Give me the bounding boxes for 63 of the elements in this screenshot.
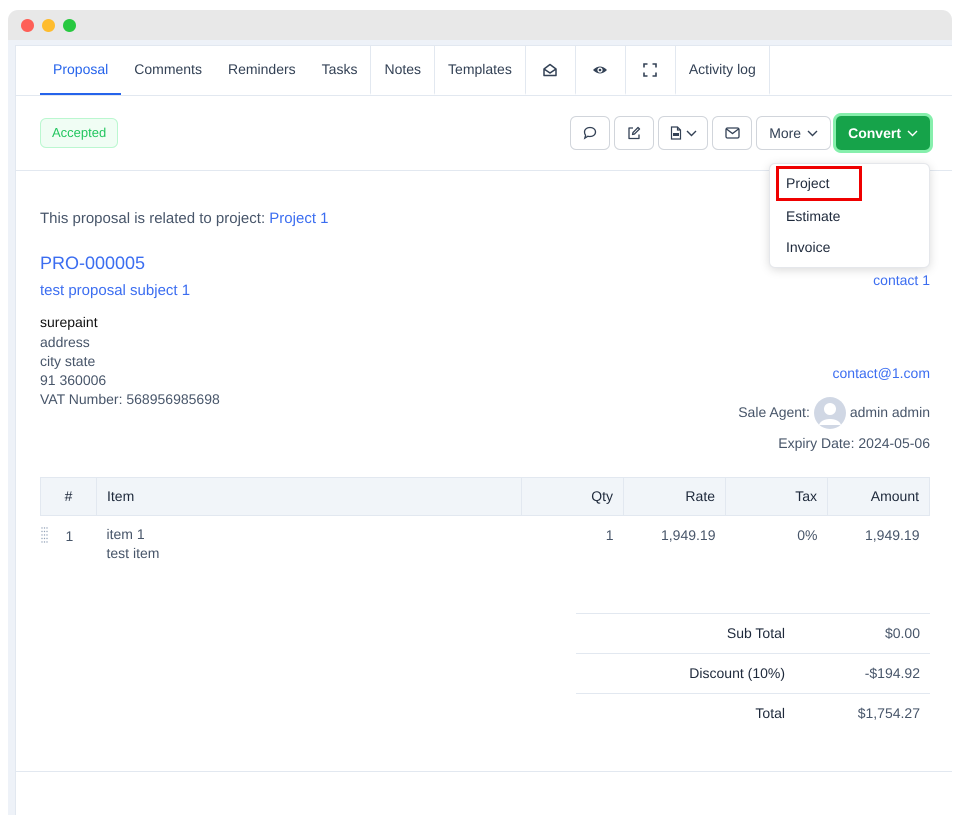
tab[interactable]: Notes [370,46,436,95]
comment-button[interactable] [570,116,610,150]
sale-agent-label: Sale Agent: [738,403,810,422]
tab[interactable]: Comments [121,46,215,95]
expand-icon [642,62,658,78]
avatar-icon [814,396,846,428]
address-line: address [40,333,91,352]
tab[interactable]: Activity log [676,46,770,95]
table-cell: 1 [606,526,614,542]
contact-email-link[interactable]: contact@1.com [832,362,930,384]
envelope-open-icon [542,62,558,78]
total-value: $1,754.27 [856,704,921,722]
proposal-subject-link[interactable]: test proposal subject 1 [40,280,220,302]
caret-icon [807,130,818,136]
item-description: test item [106,544,160,562]
drag-handle-icon[interactable] [40,526,48,544]
table-cell: 0% [797,526,818,542]
tab[interactable]: Tasks [308,46,370,95]
column-header: Amount [828,477,930,515]
menu-item[interactable]: Estimate [770,201,929,232]
company-name: surepaint [40,313,99,332]
table-cell: 1,949.19 [865,526,920,542]
envelope-icon [724,127,740,139]
total-value: -$194.92 [864,664,921,682]
column-header: Rate [624,477,726,515]
pdf-button[interactable] [658,116,708,150]
total-label: Discount (10%) [688,664,785,683]
column-header: # [40,477,96,515]
edit-button[interactable] [614,116,654,150]
column-header: Item [96,477,522,515]
total-value: $0.00 [884,624,921,642]
menu-item[interactable]: Invoice [770,232,929,263]
document-icon [670,126,682,140]
tab[interactable]: Proposal [40,46,122,95]
address-line: VAT Number: 568956985698 [40,390,220,409]
contact-name-link[interactable]: contact 1 [873,270,930,290]
status-badge: Accepted [40,118,118,148]
sale-agent-name: admin admin [850,403,930,422]
tab[interactable]: Templates [435,46,526,95]
more-button[interactable]: More [756,116,832,150]
total-label: Sub Total [726,624,785,642]
maximize-window-icon[interactable] [63,18,76,32]
column-header: Qty [522,477,624,515]
address-line: city state [40,352,96,371]
minimize-window-icon[interactable] [42,18,55,32]
menu-item[interactable]: Project [778,168,860,199]
caret-icon [907,130,918,136]
close-window-icon[interactable] [21,18,34,32]
column-header: Tax [726,477,828,515]
table-cell: 1,949.19 [661,526,716,542]
proposal-number-link[interactable]: PRO-000005 [40,250,220,276]
expiry-date: Expiry Date: 2024-05-06 [778,434,930,453]
email-button[interactable] [712,116,752,150]
item-name: item 1 [106,524,146,544]
edit-icon [627,126,642,140]
row-number: 1 [66,528,74,544]
total-label: Total [754,704,785,722]
address-line: 91 360006 [40,371,108,390]
project-link[interactable]: Project 1 [269,210,328,227]
caret-icon [686,130,697,136]
speech-bubble-icon [583,126,598,140]
tab[interactable]: Reminders [214,46,309,95]
related-project-text: This proposal is related to project: [40,210,266,227]
